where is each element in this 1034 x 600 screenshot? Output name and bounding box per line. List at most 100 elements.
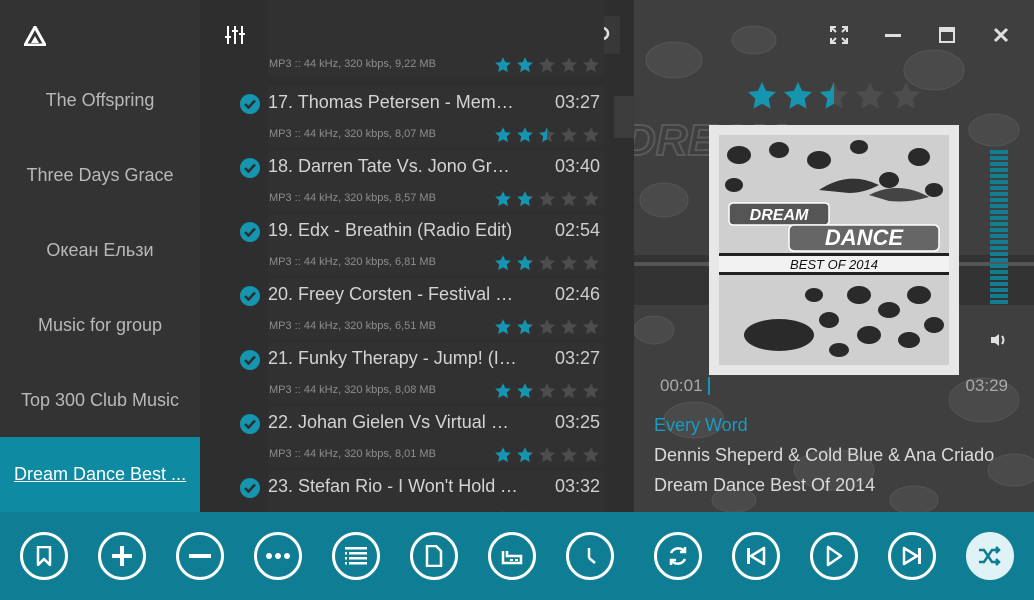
minimize-icon[interactable]	[884, 26, 902, 44]
scrollbar-thumb[interactable]	[614, 96, 634, 138]
playlist-item-okean-elzy[interactable]: Океан Ельзи	[0, 213, 200, 288]
track-row[interactable]: 21. Funky Therapy - Jump! (Into ... 03:27…	[238, 342, 604, 404]
star-icon[interactable]	[746, 80, 778, 112]
star-icon[interactable]	[538, 446, 556, 464]
star-icon[interactable]	[582, 56, 600, 74]
star-icon[interactable]	[494, 190, 512, 208]
star-icon[interactable]	[516, 126, 534, 144]
star-icon[interactable]	[538, 318, 556, 336]
star-icon[interactable]	[560, 382, 578, 400]
track-rating[interactable]	[494, 254, 600, 272]
volume-segment	[990, 300, 1008, 304]
star-icon[interactable]	[582, 318, 600, 336]
checkmark-icon[interactable]	[240, 414, 260, 434]
star-icon[interactable]	[582, 126, 600, 144]
star-icon[interactable]	[582, 446, 600, 464]
track-row[interactable]: 23. Stefan Rio - I Won't Hold Yo... 03:32…	[238, 470, 604, 512]
playlist-item-three-days-grace[interactable]: Three Days Grace	[0, 138, 200, 213]
track-row[interactable]: 20. Freey Corsten - Festival Cras... 02:4…	[238, 278, 604, 340]
star-icon[interactable]	[494, 446, 512, 464]
star-icon[interactable]	[890, 80, 922, 112]
bookmark-button[interactable]	[20, 532, 68, 580]
track-rating[interactable]	[494, 56, 600, 74]
star-icon[interactable]	[582, 382, 600, 400]
playlist-item-top-300-club-music[interactable]: Top 300 Club Music	[0, 363, 200, 438]
timer-button[interactable]	[566, 532, 614, 580]
track-rating[interactable]	[494, 446, 600, 464]
star-icon[interactable]	[516, 318, 534, 336]
track-row[interactable]: 17. Thomas Petersen - Memorie... 03:27 MP3…	[238, 86, 604, 148]
app-logo-icon[interactable]	[22, 23, 48, 47]
star-icon[interactable]	[560, 190, 578, 208]
more-icon	[266, 553, 290, 559]
next-button[interactable]	[888, 532, 936, 580]
volume-slider[interactable]	[990, 150, 1008, 306]
now-playing-rating[interactable]	[746, 80, 922, 112]
star-icon[interactable]	[538, 382, 556, 400]
track-row[interactable]: 19. Edx - Breathin (Radio Edit) 02:54 MP3 …	[238, 214, 604, 276]
star-icon[interactable]	[494, 56, 512, 74]
star-icon[interactable]	[560, 254, 578, 272]
more-button[interactable]	[254, 532, 302, 580]
track-rating[interactable]	[494, 318, 600, 336]
playlist-item-the-offspring[interactable]: The Offspring	[0, 63, 200, 138]
star-icon[interactable]	[560, 56, 578, 74]
track-rating[interactable]	[494, 126, 600, 144]
previous-button[interactable]	[732, 532, 780, 580]
star-icon[interactable]	[582, 254, 600, 272]
track-row[interactable]: 22. Johan Gielen Vs Virtual Vault... 03:2…	[238, 406, 604, 468]
close-icon[interactable]	[992, 26, 1010, 44]
remove-button[interactable]	[176, 532, 224, 580]
add-button[interactable]	[98, 532, 146, 580]
track-rating[interactable]	[494, 190, 600, 208]
star-icon[interactable]	[516, 446, 534, 464]
star-icon[interactable]	[560, 446, 578, 464]
star-icon[interactable]	[782, 80, 814, 112]
track-title: 19. Edx - Breathin (Radio Edit)	[268, 220, 513, 240]
album-cover-art: DREAM DANCE BEST OF 2014	[719, 135, 949, 365]
checkmark-icon[interactable]	[240, 286, 260, 306]
checkmark-icon[interactable]	[240, 222, 260, 242]
track-row-partial[interactable]: MP3 :: 44 kHz, 320 kbps, 9,22 MB	[238, 0, 604, 80]
progress-indicator[interactable]	[708, 377, 710, 395]
maximize-icon[interactable]	[938, 26, 956, 44]
star-icon[interactable]	[854, 80, 886, 112]
shuffle-button[interactable]	[966, 532, 1014, 580]
star-icon[interactable]	[516, 382, 534, 400]
star-icon[interactable]	[538, 254, 556, 272]
star-icon[interactable]	[538, 126, 556, 144]
star-icon[interactable]	[560, 126, 578, 144]
playlist-item-dream-dance[interactable]: Dream Dance Best ...	[0, 437, 200, 512]
checkmark-icon[interactable]	[240, 350, 260, 370]
remove-icon	[189, 553, 211, 559]
checkmark-icon[interactable]	[240, 94, 260, 114]
star-icon[interactable]	[538, 56, 556, 74]
playlist-item-music-for-group[interactable]: Music for group	[0, 288, 200, 363]
file-button[interactable]	[410, 532, 458, 580]
star-icon[interactable]	[582, 190, 600, 208]
play-button[interactable]	[810, 532, 858, 580]
star-icon[interactable]	[494, 318, 512, 336]
star-icon[interactable]	[494, 382, 512, 400]
track-row[interactable]: 18. Darren Tate Vs. Jono Grant - ... 03:4…	[238, 150, 604, 212]
star-icon[interactable]	[818, 80, 850, 112]
checkmark-icon[interactable]	[240, 158, 260, 178]
playlist-button[interactable]	[332, 532, 380, 580]
repeat-button[interactable]	[654, 532, 702, 580]
star-icon[interactable]	[560, 318, 578, 336]
star-icon[interactable]	[516, 56, 534, 74]
star-icon[interactable]	[516, 190, 534, 208]
track-meta: MP3 :: 44 kHz, 320 kbps, 6,81 MB	[269, 256, 436, 268]
checkmark-icon[interactable]	[240, 478, 260, 498]
fullscreen-icon[interactable]	[830, 26, 848, 44]
star-icon[interactable]	[494, 254, 512, 272]
file-icon	[425, 545, 443, 567]
radio-button[interactable]	[488, 532, 536, 580]
star-icon[interactable]	[516, 254, 534, 272]
star-icon[interactable]	[538, 190, 556, 208]
volume-icon[interactable]	[990, 333, 1008, 347]
track-rating[interactable]	[494, 382, 600, 400]
add-icon	[111, 545, 133, 567]
playlist-label: Top 300 Club Music	[20, 390, 180, 410]
star-icon[interactable]	[494, 126, 512, 144]
